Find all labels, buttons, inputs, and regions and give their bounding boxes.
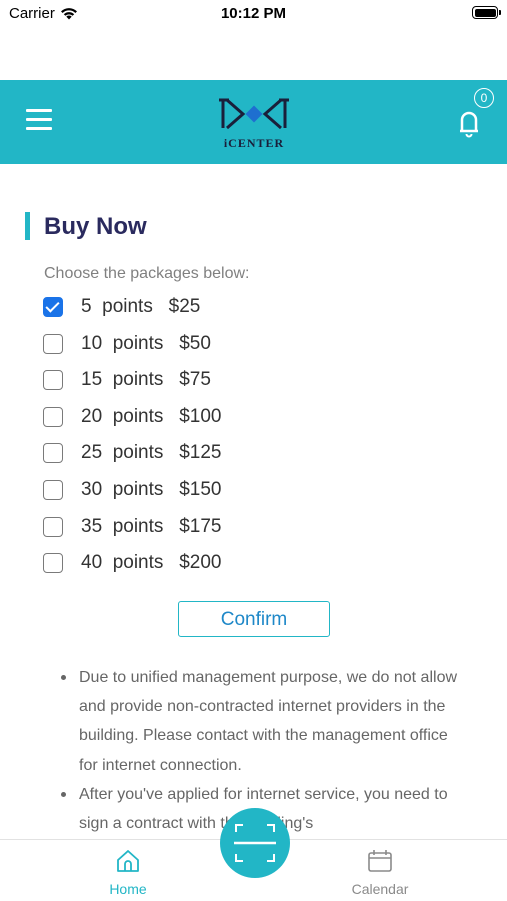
page-title-text: Buy Now [44,213,147,240]
package-checkbox[interactable] [43,517,63,537]
tab-home-label: Home [109,881,147,897]
package-option[interactable]: 20 points $100 [42,404,222,430]
package-label: 25 points $125 [81,442,222,463]
package-label: 35 points $175 [81,516,222,537]
package-label: 15 points $75 [81,369,211,390]
tab-calendar-label: Calendar [351,881,409,897]
package-option[interactable]: 5 points $25 [42,294,200,320]
logo-text: iCENTER [223,136,285,150]
note-item: Due to unified management purpose, we do… [61,663,459,780]
hamburger-menu-icon[interactable] [26,109,52,133]
package-checkbox[interactable] [43,553,63,573]
tab-home[interactable]: Home [78,848,178,897]
confirm-button[interactable]: Confirm [178,601,330,637]
package-label: 30 points $150 [81,479,222,500]
status-bar: Carrier 10:12 PM [0,0,507,30]
package-checkbox[interactable] [43,334,63,354]
tab-calendar[interactable]: Calendar [330,848,430,897]
logo-mark-icon [219,98,289,130]
notification-badge: 0 [474,88,494,108]
package-option[interactable]: 35 points $175 [42,514,222,540]
calendar-icon [368,850,392,872]
package-checkbox[interactable] [43,407,63,427]
package-checkbox[interactable] [43,297,63,317]
package-option[interactable]: 25 points $125 [42,440,222,466]
package-label: 10 points $50 [81,333,211,354]
scan-icon [234,824,276,862]
package-option[interactable]: 10 points $50 [42,331,211,357]
status-time: 10:12 PM [220,5,287,22]
package-label: 5 points $25 [81,296,201,317]
package-label: 20 points $100 [81,406,222,427]
notification-bell-icon[interactable] [454,104,494,144]
instruction-text: Choose the packages below: [44,265,250,282]
package-checkbox[interactable] [43,443,63,463]
home-icon [117,850,139,872]
icenter-logo: iCENTER [217,98,291,150]
package-label: 40 points $200 [81,552,222,573]
scan-button[interactable] [220,808,290,878]
package-option[interactable]: 40 points $200 [42,550,222,576]
package-checkbox[interactable] [43,370,63,390]
app-header: iCENTER [0,80,507,164]
battery-icon [472,6,501,19]
package-checkbox[interactable] [43,480,63,500]
package-option[interactable]: 30 points $150 [42,477,222,503]
title-accent-bar [25,212,30,240]
package-option[interactable]: 15 points $75 [42,367,211,393]
